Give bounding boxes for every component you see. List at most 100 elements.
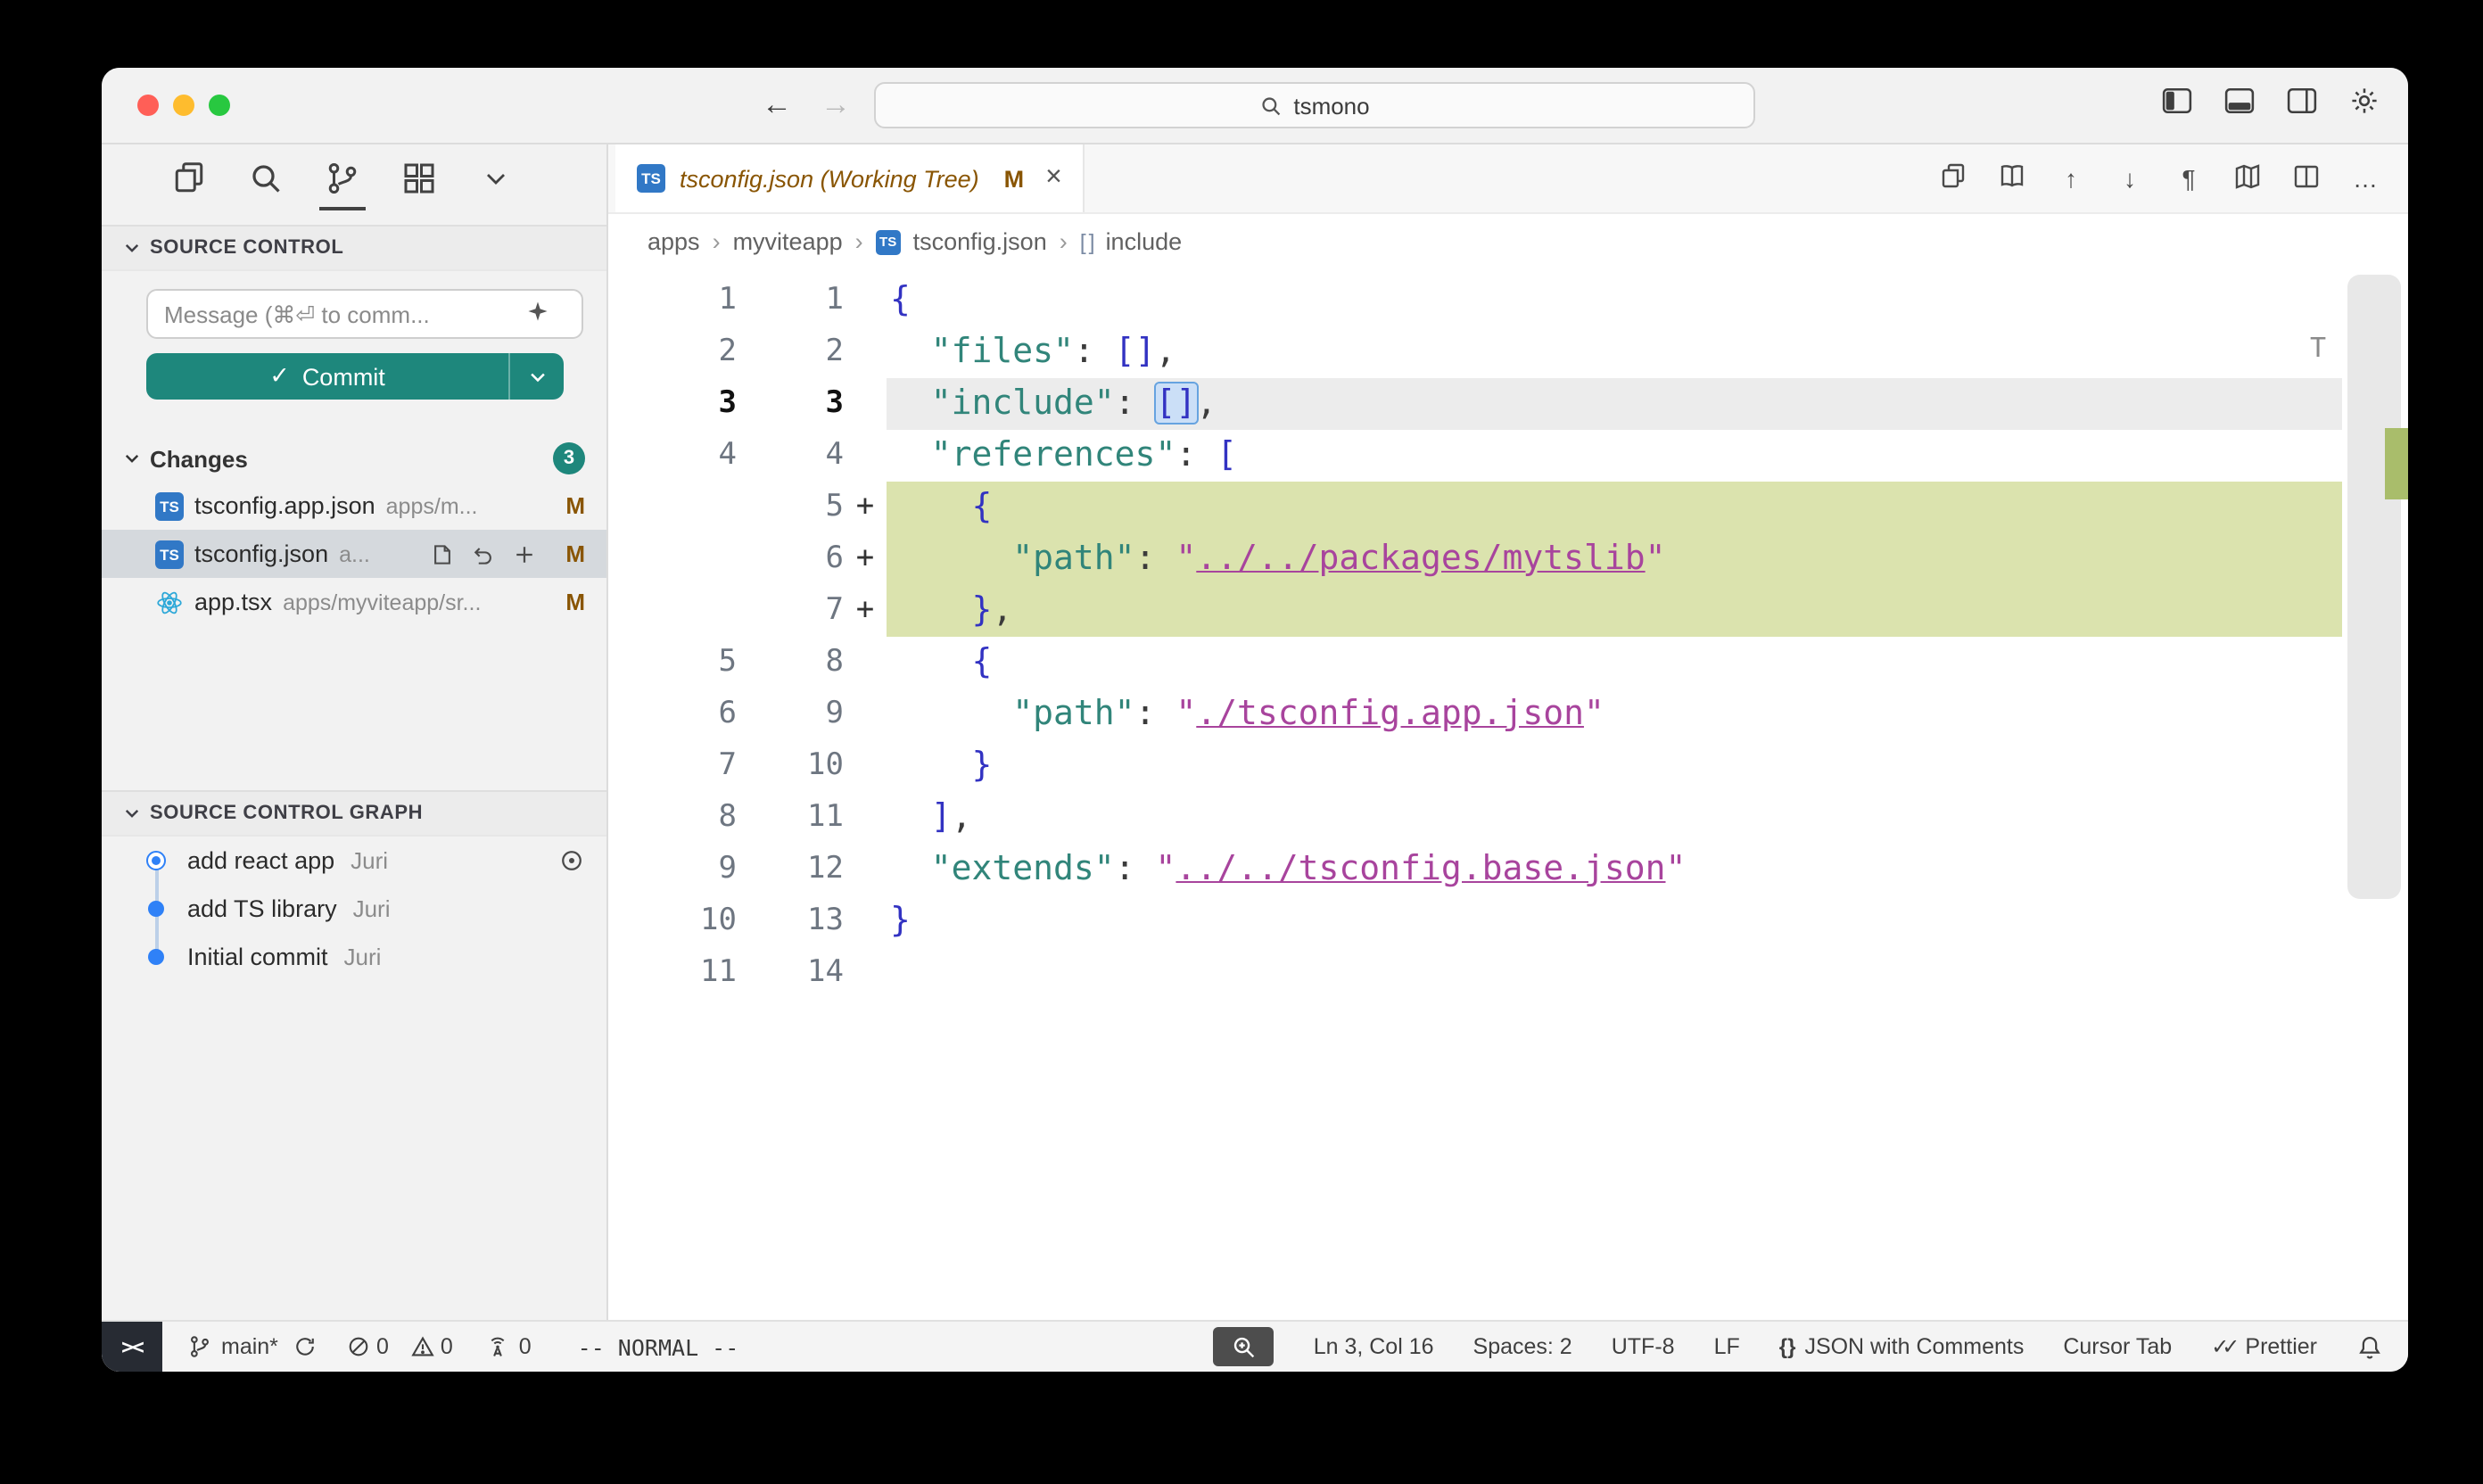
encoding-indicator[interactable]: UTF-8	[1612, 1334, 1675, 1359]
open-changes-icon[interactable]	[1939, 161, 1967, 195]
sparkle-icon[interactable]	[526, 300, 549, 332]
commit-dropdown-button[interactable]	[508, 353, 564, 400]
explorer-icon[interactable]	[169, 155, 209, 202]
render-whitespace-icon[interactable]: ¶	[2174, 164, 2203, 193]
new-line-number: 12	[737, 844, 844, 895]
status-bar: >< main* 0 0 0 -- NORMAL -- Ln 3,	[102, 1320, 2408, 1372]
toggle-panel-icon[interactable]	[2224, 87, 2255, 123]
ports-indicator[interactable]: 0	[485, 1334, 532, 1359]
breadcrumb-include[interactable]: include	[1106, 228, 1183, 255]
next-change-icon[interactable]: ↓	[2116, 164, 2144, 193]
problems-indicator[interactable]: 0 0	[346, 1334, 467, 1359]
more-views-chevron-icon[interactable]	[476, 155, 516, 202]
code-line-4[interactable]: 44 "references": [	[608, 430, 2408, 482]
language-indicator[interactable]: {} JSON with Comments	[1779, 1334, 2025, 1359]
code-line-14[interactable]: 1114	[608, 947, 2408, 999]
breadcrumb-tsconfig[interactable]: tsconfig.json	[913, 228, 1047, 255]
sync-icon	[293, 1334, 318, 1359]
code-line-3[interactable]: 33 "include": [],	[608, 378, 2408, 430]
warning-icon	[410, 1334, 435, 1359]
toggle-primary-sidebar-icon[interactable]	[2162, 87, 2192, 123]
old-line-number: 9	[608, 844, 737, 895]
stage-changes-icon[interactable]	[512, 541, 537, 566]
close-window-button[interactable]	[137, 95, 159, 116]
code-line-10[interactable]: 710 }	[608, 740, 2408, 792]
ts-file-icon: TS	[637, 164, 665, 193]
source-control-graph-header[interactable]: SOURCE CONTROL GRAPH	[102, 790, 606, 837]
breadcrumb-apps[interactable]: apps	[648, 228, 700, 255]
open-preview-icon[interactable]	[1998, 161, 2026, 195]
scrollbar-slider[interactable]	[2347, 275, 2401, 899]
old-line-number: 11	[608, 947, 737, 999]
commit-row-Initial-commit[interactable]: Initial commitJuri	[102, 933, 606, 981]
back-icon[interactable]: ←	[762, 87, 792, 123]
code-line-6[interactable]: 6+ "path": "../../packages/mytslib"	[608, 533, 2408, 585]
tab-tsconfig-working-tree[interactable]: TS tsconfig.json (Working Tree) M ×	[615, 144, 1085, 212]
code-line-5[interactable]: 5+ {	[608, 482, 2408, 533]
goto-ref-icon[interactable]	[558, 847, 585, 874]
sync-button[interactable]	[293, 1334, 318, 1359]
search-icon[interactable]	[246, 155, 285, 202]
code-line-7[interactable]: 7+ },	[608, 585, 2408, 637]
code-line-12[interactable]: 912 "extends": "../../tsconfig.base.json…	[608, 844, 2408, 895]
changes-section-header[interactable]: Changes 3	[102, 435, 606, 482]
scm-file-row-tsconfig.json[interactable]: TStsconfig.jsona...M	[102, 530, 606, 578]
code-line-11[interactable]: 811 ],	[608, 792, 2408, 844]
breadcrumb-myviteapp[interactable]: myviteapp	[733, 228, 843, 255]
code-line-2[interactable]: 22 "files": [],	[608, 326, 2408, 378]
split-editor-icon[interactable]	[2292, 161, 2321, 195]
old-line-number	[608, 585, 737, 637]
code-line-1[interactable]: 11{	[608, 275, 2408, 326]
minimize-window-button[interactable]	[173, 95, 194, 116]
gear-icon[interactable]	[2349, 86, 2380, 125]
diff-added-marker	[844, 740, 887, 792]
diff-added-marker	[844, 947, 887, 999]
previous-change-icon[interactable]: ↑	[2057, 164, 2085, 193]
more-actions-icon[interactable]: …	[2351, 164, 2380, 193]
toggle-secondary-sidebar-icon[interactable]	[2287, 87, 2317, 123]
code-line-9[interactable]: 69 "path": "./tsconfig.app.json"	[608, 688, 2408, 740]
commit-message-input[interactable]	[146, 289, 583, 339]
scm-file-row-tsconfig.app.json[interactable]: TStsconfig.app.jsonapps/m...M	[102, 482, 606, 530]
commit-row-add-TS-library[interactable]: add TS libraryJuri	[102, 885, 606, 933]
eol-indicator[interactable]: LF	[1714, 1334, 1740, 1359]
formatter-indicator[interactable]: ✓✓ Prettier	[2211, 1334, 2317, 1359]
code-editor[interactable]: 11{22 "files": [],33 "include": [],44 "r…	[608, 269, 2408, 1320]
sidebar: SOURCE CONTROL ✓ Commit	[102, 144, 608, 1320]
cursor-position[interactable]: Ln 3, Col 16	[1314, 1334, 1434, 1359]
language-name: JSON with Comments	[1804, 1334, 2024, 1359]
command-center[interactable]: tsmono	[874, 82, 1755, 128]
branch-indicator[interactable]: main*	[187, 1334, 278, 1359]
close-icon[interactable]: ×	[1045, 162, 1062, 194]
command-center-text: tsmono	[1293, 92, 1369, 119]
forward-icon[interactable]: →	[821, 87, 851, 123]
commit-button[interactable]: ✓ Commit	[146, 353, 508, 400]
source-control-header[interactable]: SOURCE CONTROL	[102, 225, 606, 271]
tab-label: tsconfig.json (Working Tree)	[680, 165, 979, 192]
code-line-8[interactable]: 58 {	[608, 637, 2408, 688]
remote-indicator[interactable]: ><	[102, 1322, 162, 1372]
discard-changes-icon[interactable]	[471, 541, 496, 566]
git-status-badge: M	[565, 492, 585, 519]
commit-row-add-react-app[interactable]: add react appJuri	[102, 837, 606, 885]
scm-file-row-app.tsx[interactable]: app.tsxapps/myviteapp/sr...M	[102, 578, 606, 626]
chevron-down-icon	[123, 804, 141, 822]
diff-added-marker	[844, 792, 887, 844]
status-bar-right: Ln 3, Col 16 Spaces: 2 UTF-8 LF {} JSON …	[1214, 1327, 2408, 1366]
extensions-icon[interactable]	[400, 155, 439, 202]
source-control-icon[interactable]	[323, 155, 362, 202]
overview-added-marker	[2385, 428, 2408, 499]
ts-file-icon: TS	[155, 491, 184, 520]
code-text: "path": "../../packages/mytslib"	[887, 533, 2342, 585]
code-text: "references": [	[887, 430, 2342, 482]
open-file-icon[interactable]	[430, 541, 455, 566]
indentation-indicator[interactable]: Spaces: 2	[1473, 1334, 1572, 1359]
cursor-tab-indicator[interactable]: Cursor Tab	[2063, 1334, 2172, 1359]
code-text: }	[887, 740, 2342, 792]
code-line-13[interactable]: 1013}	[608, 895, 2408, 947]
breadcrumb-separator: ›	[855, 228, 863, 255]
map-icon[interactable]	[2233, 161, 2262, 195]
notifications-bell[interactable]	[2356, 1333, 2383, 1360]
zoom-window-button[interactable]	[209, 95, 230, 116]
zoom-indicator[interactable]	[1214, 1327, 1274, 1366]
